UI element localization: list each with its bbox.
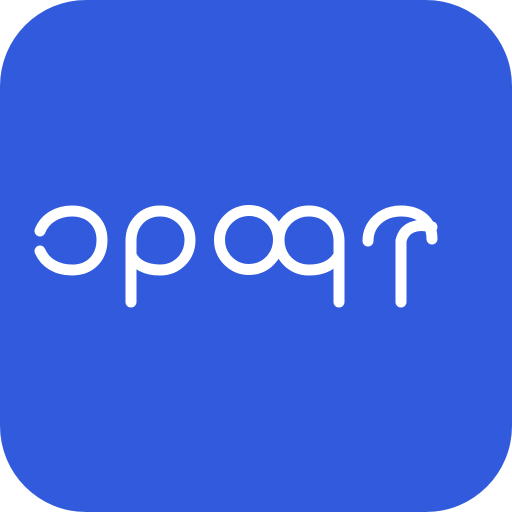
- logo-wordmark-icon: [0, 0, 512, 512]
- app-icon-canvas: [0, 0, 512, 512]
- app-icon-tile[interactable]: [0, 0, 512, 512]
- icon-background: [0, 0, 512, 512]
